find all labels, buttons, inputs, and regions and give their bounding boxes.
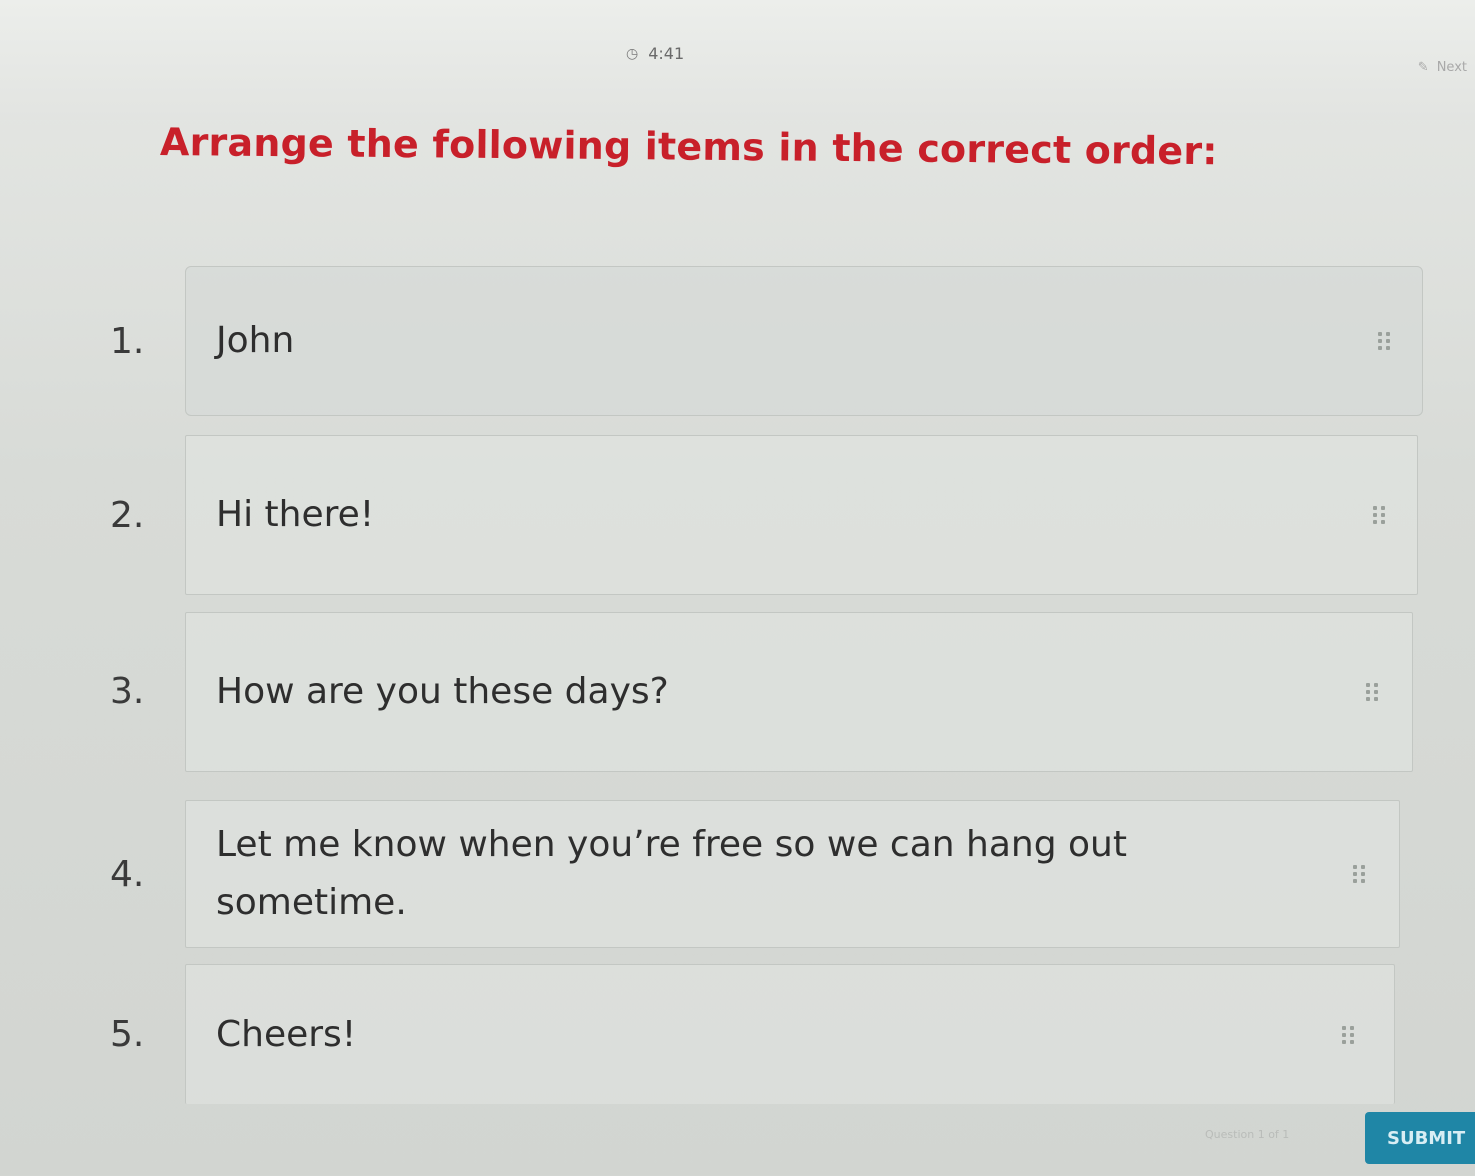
submit-button[interactable]: SUBMIT bbox=[1365, 1112, 1475, 1164]
drag-handle-icon[interactable] bbox=[1373, 500, 1387, 530]
drag-handle-icon[interactable] bbox=[1366, 677, 1380, 707]
item-number: 4. bbox=[110, 853, 145, 895]
item-text: John bbox=[216, 320, 295, 361]
item-text: Cheers! bbox=[216, 1013, 357, 1055]
order-row: 4. Let me know when you’re free so we ca… bbox=[110, 779, 1440, 969]
item-number: 1. bbox=[110, 320, 145, 362]
item-text: Let me know when you’re free so we can h… bbox=[216, 824, 1127, 923]
item-text: Hi there! bbox=[216, 494, 375, 535]
sortable-item[interactable]: John bbox=[185, 266, 1423, 416]
order-row: 2. Hi there! bbox=[110, 426, 1440, 604]
order-list: 1. John 2. Hi there! 3. How are you thes… bbox=[110, 256, 1440, 1104]
timer-text: 4:41 bbox=[648, 44, 685, 63]
item-number: 3. bbox=[110, 671, 145, 712]
question-title: Arrange the following items in the corre… bbox=[159, 120, 1218, 174]
item-number: 2. bbox=[110, 494, 145, 536]
timer: ◷ 4:41 bbox=[626, 44, 684, 63]
pencil-icon: ✎ bbox=[1417, 60, 1429, 75]
question-progress: Question 1 of 1 bbox=[1205, 1128, 1290, 1141]
drag-handle-icon[interactable] bbox=[1342, 1020, 1356, 1050]
sortable-item[interactable]: Let me know when you’re free so we can h… bbox=[185, 800, 1400, 948]
sortable-item[interactable]: Hi there! bbox=[185, 435, 1418, 595]
order-row: 5. Cheers! bbox=[110, 964, 1440, 1104]
drag-handle-icon[interactable] bbox=[1353, 859, 1367, 889]
order-row: 1. John bbox=[110, 256, 1440, 426]
sortable-item[interactable]: Cheers! bbox=[185, 964, 1395, 1104]
top-bar bbox=[0, 0, 1475, 120]
next-link-label: Next bbox=[1436, 60, 1467, 75]
next-link[interactable]: ✎ Next bbox=[1418, 60, 1467, 75]
order-row: 3. How are you these days? bbox=[110, 604, 1440, 779]
clock-icon: ◷ bbox=[626, 45, 639, 62]
drag-handle-icon[interactable] bbox=[1378, 326, 1392, 356]
item-number: 5. bbox=[110, 1013, 145, 1055]
sortable-item[interactable]: How are you these days? bbox=[185, 611, 1413, 772]
item-text: How are you these days? bbox=[216, 670, 669, 712]
